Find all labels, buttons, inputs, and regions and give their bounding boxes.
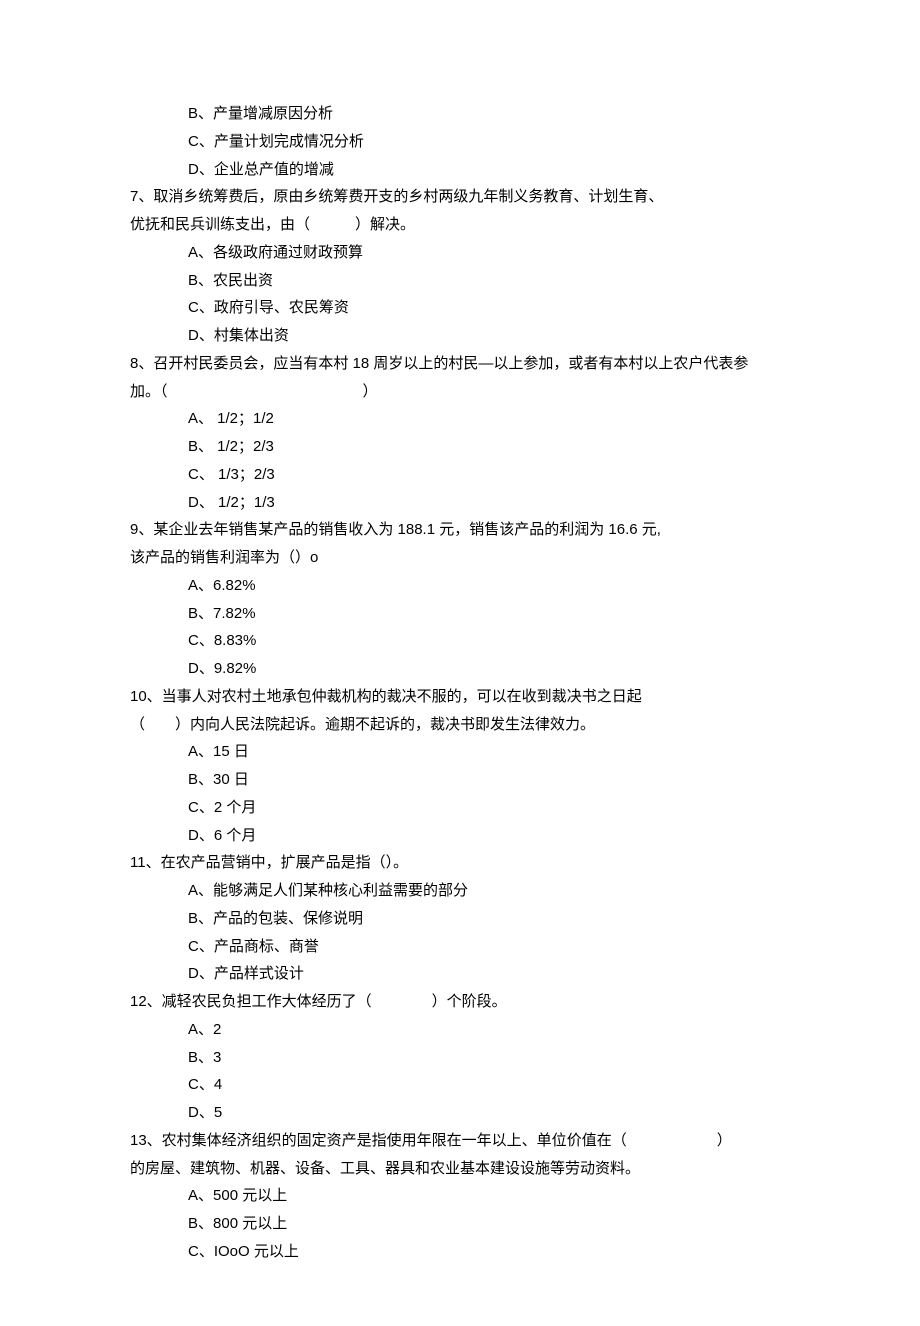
q10-option-d: D、6 个月 xyxy=(130,822,790,850)
question-13-stem: 13、农村集体经济组织的固定资产是指使用年限在一年以上、单位价值在（ ） xyxy=(130,1127,790,1155)
q10-option-c: C、2 个月 xyxy=(130,794,790,822)
q10-option-b: B、30 日 xyxy=(130,766,790,794)
question-9-stem-cont: 该产品的销售利润率为（）o xyxy=(130,544,790,572)
q12-option-a: A、2 xyxy=(130,1016,790,1044)
q9-option-a: A、6.82% xyxy=(130,572,790,600)
question-13-stem-cont: 的房屋、建筑物、机器、设备、工具、器具和农业基本建设设施等劳动资料。 xyxy=(130,1155,790,1183)
q7-option-c: C、政府引导、农民筹资 xyxy=(130,294,790,322)
q9-option-c: C、8.83% xyxy=(130,627,790,655)
question-8-stem: 8、召开村民委员会，应当有本村 18 周岁以上的村民—以上参加，或者有本村以上农… xyxy=(130,350,790,378)
q11-option-d: D、产品样式设计 xyxy=(130,960,790,988)
question-10-stem-cont: （ ）内向人民法院起诉。逾期不起诉的，裁决书即发生法律效力。 xyxy=(130,711,790,739)
option-c: C、产量计划完成情况分析 xyxy=(130,128,790,156)
q13-option-b: B、800 元以上 xyxy=(130,1210,790,1238)
q13-option-a: A、500 元以上 xyxy=(130,1182,790,1210)
q12-option-d: D、5 xyxy=(130,1099,790,1127)
q13-option-c: C、IOoO 元以上 xyxy=(130,1238,790,1266)
question-11-stem: 11、在农产品营销中，扩展产品是指（）。 xyxy=(130,849,790,877)
question-8-stem-cont: 加。（ ） xyxy=(130,378,790,406)
q8-option-b: B、 1/2；2/3 xyxy=(130,433,790,461)
q7-option-d: D、村集体出资 xyxy=(130,322,790,350)
q9-option-b: B、7.82% xyxy=(130,600,790,628)
q10-option-a: A、15 日 xyxy=(130,738,790,766)
question-7-stem-cont: 优抚和民兵训练支出，由（ ）解决。 xyxy=(130,211,790,239)
q12-option-c: C、4 xyxy=(130,1071,790,1099)
option-b: B、产量增减原因分析 xyxy=(130,100,790,128)
q12-option-b: B、3 xyxy=(130,1044,790,1072)
q9-option-d: D、9.82% xyxy=(130,655,790,683)
q11-option-c: C、产品商标、商誉 xyxy=(130,933,790,961)
option-d: D、企业总产值的增减 xyxy=(130,156,790,184)
q11-option-b: B、产品的包装、保修说明 xyxy=(130,905,790,933)
q7-option-a: A、各级政府通过财政预算 xyxy=(130,239,790,267)
question-7-stem: 7、取消乡统筹费后，原由乡统筹费开支的乡村两级九年制义务教育、计划生育、 xyxy=(130,183,790,211)
q8-option-c: C、 1/3；2/3 xyxy=(130,461,790,489)
question-10-stem: 10、当事人对农村土地承包仲裁机构的裁决不服的，可以在收到裁决书之日起 xyxy=(130,683,790,711)
q8-option-d: D、 1/2；1/3 xyxy=(130,489,790,517)
q7-option-b: B、农民出资 xyxy=(130,267,790,295)
question-12-stem: 12、减轻农民负担工作大体经历了（ ）个阶段。 xyxy=(130,988,790,1016)
q8-option-a: A、 1/2；1/2 xyxy=(130,405,790,433)
q11-option-a: A、能够满足人们某种核心利益需要的部分 xyxy=(130,877,790,905)
question-9-stem: 9、某企业去年销售某产品的销售收入为 188.1 元，销售该产品的利润为 16.… xyxy=(130,516,790,544)
